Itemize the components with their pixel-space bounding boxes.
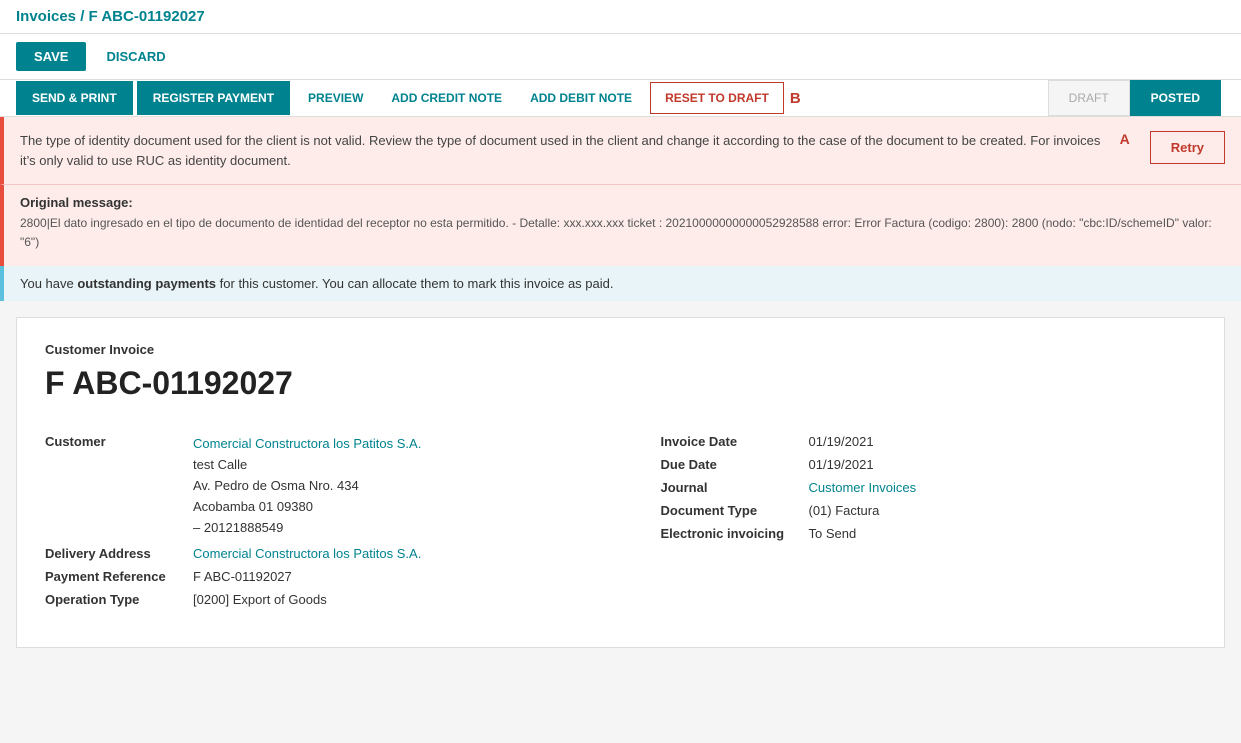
customer-name-link[interactable]: Comercial Constructora los Patitos S.A. (193, 436, 421, 451)
status-draft: DRAFT (1048, 80, 1130, 116)
status-posted: POSTED (1130, 80, 1221, 116)
delivery-address-link[interactable]: Comercial Constructora los Patitos S.A. (193, 546, 421, 561)
label-a: A (1120, 131, 1130, 147)
electronic-invoicing-row: Electronic invoicing To Send (661, 526, 1197, 541)
action-bar: SAVE DISCARD (0, 34, 1241, 80)
due-date-value: 01/19/2021 (809, 457, 874, 472)
error-alert: The type of identity document used for t… (0, 117, 1241, 184)
customer-address-line2: Av. Pedro de Osma Nro. 434 (193, 476, 421, 497)
invoice-date-row: Invoice Date 01/19/2021 (661, 434, 1197, 449)
customer-address-line1: test Calle (193, 455, 421, 476)
original-message-section: Original message: 2800|El dato ingresado… (0, 184, 1241, 266)
customer-label: Customer (45, 434, 185, 449)
due-date-row: Due Date 01/19/2021 (661, 457, 1197, 472)
retry-button[interactable]: Retry (1150, 131, 1225, 164)
payment-reference-label: Payment Reference (45, 569, 185, 584)
journal-row: Journal Customer Invoices (661, 480, 1197, 495)
add-debit-note-button[interactable]: ADD DEBIT NOTE (516, 81, 646, 115)
info-alert: You have outstanding payments for this c… (0, 266, 1241, 301)
add-credit-note-button[interactable]: ADD CREDIT NOTE (377, 81, 516, 115)
invoice-date-label: Invoice Date (661, 434, 801, 449)
original-message-text: 2800|El dato ingresado en el tipo de doc… (20, 214, 1225, 252)
document-type-value: (01) Factura (809, 503, 880, 518)
preview-button[interactable]: PREVIEW (294, 81, 377, 115)
customer-field-row: Customer Comercial Constructora los Pati… (45, 434, 621, 538)
error-alert-message: The type of identity document used for t… (20, 133, 1100, 168)
outstanding-payments-text: outstanding payments (77, 276, 216, 291)
send-print-button[interactable]: SEND & PRINT (16, 81, 133, 115)
info-text-after: for this customer. You can allocate them… (216, 276, 613, 291)
info-text-before: You have (20, 276, 77, 291)
invoice-date-value: 01/19/2021 (809, 434, 874, 449)
journal-label: Journal (661, 480, 801, 495)
status-steps: DRAFT POSTED (1048, 80, 1221, 116)
operation-type-row: Operation Type [0200] Export of Goods (45, 592, 621, 607)
breadcrumb-current: F ABC-01192027 (89, 8, 205, 25)
label-b: B (790, 90, 801, 107)
customer-address-line4: – 20121888549 (193, 518, 421, 539)
original-message-label: Original message: (20, 195, 1225, 210)
breadcrumb-link[interactable]: Invoices / (16, 8, 89, 25)
discard-button[interactable]: DISCARD (94, 42, 177, 71)
customer-value: Comercial Constructora los Patitos S.A. … (193, 434, 421, 538)
document-type-label: Document Type (661, 503, 801, 518)
operation-type-value: [0200] Export of Goods (193, 592, 327, 607)
operation-type-label: Operation Type (45, 592, 185, 607)
electronic-invoicing-label: Electronic invoicing (661, 526, 801, 541)
register-payment-button[interactable]: REGISTER PAYMENT (137, 81, 290, 115)
journal-link[interactable]: Customer Invoices (809, 480, 917, 495)
customer-address-line3: Acobamba 01 09380 (193, 497, 421, 518)
invoice-card: Customer Invoice F ABC-01192027 Customer… (16, 317, 1225, 648)
delivery-address-row: Delivery Address Comercial Constructora … (45, 546, 621, 561)
due-date-label: Due Date (661, 457, 801, 472)
reset-to-draft-button[interactable]: RESET TO DRAFT (650, 82, 784, 114)
error-alert-text: The type of identity document used for t… (20, 131, 1108, 170)
payment-reference-value: F ABC-01192027 (193, 569, 292, 584)
invoice-type: Customer Invoice (45, 342, 1196, 357)
payment-reference-row: Payment Reference F ABC-01192027 (45, 569, 621, 584)
save-button[interactable]: SAVE (16, 42, 86, 71)
delivery-address-label: Delivery Address (45, 546, 185, 561)
invoice-number: F ABC-01192027 (45, 365, 1196, 402)
left-fields: Customer Comercial Constructora los Pati… (45, 426, 621, 623)
document-type-row: Document Type (01) Factura (661, 503, 1197, 518)
right-fields: Invoice Date 01/19/2021 Due Date 01/19/2… (621, 426, 1197, 623)
breadcrumb: Invoices / F ABC-01192027 (16, 8, 205, 25)
breadcrumb-bar: Invoices / F ABC-01192027 (0, 0, 1241, 34)
toolbar: SEND & PRINT REGISTER PAYMENT PREVIEW AD… (0, 80, 1241, 117)
electronic-invoicing-value: To Send (809, 526, 857, 541)
invoice-fields: Customer Comercial Constructora los Pati… (45, 426, 1196, 623)
